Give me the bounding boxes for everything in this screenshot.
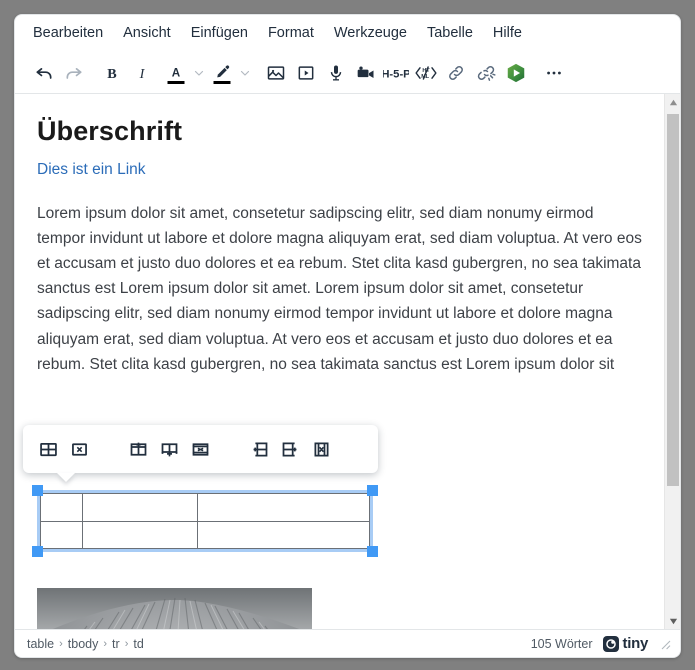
- document-link[interactable]: Dies ist ein Link: [37, 161, 642, 179]
- svg-text:H-5-P: H-5-P: [383, 68, 409, 80]
- menu-tabelle[interactable]: Tabelle: [417, 21, 483, 46]
- document-body[interactable]: Überschrift Dies ist ein Link Lorem ipsu…: [15, 94, 664, 629]
- video-camera-icon[interactable]: [351, 58, 381, 88]
- table-cell[interactable]: [40, 493, 83, 522]
- document-paragraph: Lorem ipsum dolor sit amet, consetetur s…: [37, 205, 642, 373]
- source-code-icon[interactable]: HT ML: [411, 58, 441, 88]
- link-icon[interactable]: [441, 58, 471, 88]
- chevron-down-icon[interactable]: [237, 58, 253, 88]
- resize-handle-top-right[interactable]: [367, 485, 378, 496]
- resize-handle-top-left[interactable]: [32, 485, 43, 496]
- breadcrumb-separator: ›: [59, 637, 63, 650]
- image-icon[interactable]: [261, 58, 291, 88]
- tinymce-brand-link[interactable]: tiny: [602, 635, 649, 652]
- svg-text:A: A: [172, 66, 181, 79]
- insert-row-before-icon[interactable]: [123, 434, 154, 465]
- bold-icon[interactable]: B: [97, 58, 127, 88]
- table-row[interactable]: [40, 493, 370, 522]
- delete-row-icon[interactable]: [185, 434, 216, 465]
- highlight-color-icon[interactable]: [207, 58, 237, 88]
- text-color-icon[interactable]: A: [161, 58, 191, 88]
- breadcrumb-separator: ›: [124, 637, 129, 650]
- resize-handle-bottom-right[interactable]: [367, 546, 378, 557]
- statusbar: table › tbody › tr › td 105 Wörter tiny: [15, 629, 680, 657]
- svg-text:I: I: [139, 66, 146, 82]
- table-cell[interactable]: [197, 520, 370, 549]
- cat-photo[interactable]: [37, 588, 312, 629]
- insert-column-before-icon[interactable]: [244, 434, 275, 465]
- scroll-down-arrow-icon[interactable]: [665, 613, 680, 629]
- svg-text:HT: HT: [422, 68, 430, 74]
- table-cell[interactable]: [197, 493, 370, 522]
- table-row[interactable]: [40, 520, 370, 549]
- table-cell[interactable]: [82, 493, 198, 522]
- opencast-logo-icon[interactable]: [501, 58, 531, 88]
- table-cell[interactable]: [82, 520, 198, 549]
- statusbar-right: 105 Wörter tiny: [531, 635, 672, 652]
- unlink-icon[interactable]: [471, 58, 501, 88]
- menu-einfuegen[interactable]: Einfügen: [181, 21, 258, 46]
- delete-table-icon[interactable]: [64, 434, 95, 465]
- breadcrumb: table › tbody › tr › td: [27, 637, 144, 651]
- svg-text:B: B: [107, 66, 117, 82]
- tiny-wordmark: tiny: [622, 635, 649, 652]
- svg-text:ML: ML: [421, 74, 430, 80]
- delete-column-icon[interactable]: [306, 434, 337, 465]
- breadcrumb-item-tr[interactable]: tr: [112, 637, 120, 651]
- microphone-icon[interactable]: [321, 58, 351, 88]
- table-cell[interactable]: [40, 520, 83, 549]
- table-context-toolbar: [23, 425, 378, 473]
- breadcrumb-item-table[interactable]: table: [27, 637, 54, 651]
- table-properties-icon[interactable]: [33, 434, 64, 465]
- highlight-color-swatch: [213, 80, 231, 84]
- toolbar: B I A -5-P HT ML: [15, 52, 680, 94]
- text-color-swatch: [167, 80, 185, 84]
- media-play-icon[interactable]: [291, 58, 321, 88]
- content-area: Überschrift Dies ist ein Link Lorem ipsu…: [15, 94, 680, 629]
- selected-table[interactable]: [32, 485, 378, 557]
- menu-hilfe[interactable]: Hilfe: [483, 21, 532, 46]
- breadcrumb-item-tbody[interactable]: tbody: [68, 637, 99, 651]
- menu-ansicht[interactable]: Ansicht: [113, 21, 181, 46]
- word-count[interactable]: 105 Wörter: [531, 637, 593, 651]
- more-icon[interactable]: [539, 58, 569, 88]
- breadcrumb-item-td[interactable]: td: [133, 637, 143, 651]
- tiny-badge-icon: [602, 635, 619, 652]
- page-title: Überschrift: [37, 116, 183, 146]
- chevron-down-icon[interactable]: [191, 58, 207, 88]
- insert-column-after-icon[interactable]: [275, 434, 306, 465]
- menubar: Bearbeiten Ansicht Einfügen Format Werkz…: [15, 15, 680, 52]
- content-scrollbar[interactable]: [664, 94, 680, 629]
- editor-resize-grip[interactable]: [658, 637, 672, 651]
- undo-icon[interactable]: [29, 58, 59, 88]
- resize-handle-bottom-left[interactable]: [32, 546, 43, 557]
- screen-background: Bearbeiten Ansicht Einfügen Format Werkz…: [0, 0, 695, 670]
- menu-werkzeuge[interactable]: Werkzeuge: [324, 21, 417, 46]
- menu-bearbeiten[interactable]: Bearbeiten: [23, 21, 113, 46]
- redo-icon[interactable]: [59, 58, 89, 88]
- breadcrumb-separator: ›: [103, 637, 108, 650]
- italic-icon[interactable]: I: [127, 58, 157, 88]
- h5p-icon[interactable]: H-5-P: [381, 58, 411, 88]
- menu-format[interactable]: Format: [258, 21, 324, 46]
- tinymce-editor: Bearbeiten Ansicht Einfügen Format Werkz…: [14, 14, 681, 658]
- cat-photo-graphic: [37, 588, 312, 629]
- scroll-up-arrow-icon[interactable]: [665, 94, 680, 110]
- document-table[interactable]: [40, 493, 370, 549]
- scrollbar-thumb[interactable]: [667, 114, 679, 486]
- insert-row-after-icon[interactable]: [154, 434, 185, 465]
